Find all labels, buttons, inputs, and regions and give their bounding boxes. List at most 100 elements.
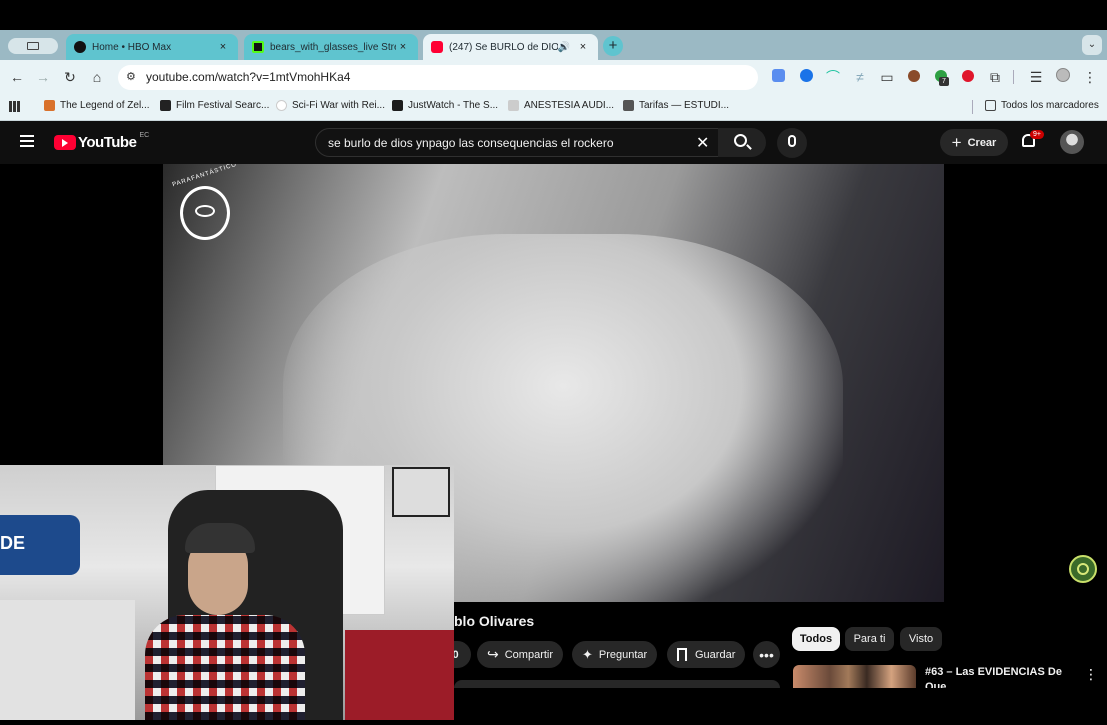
bookmark-item[interactable]: Sci-Fi War with Rei... xyxy=(276,100,385,111)
ask-button[interactable]: ✦ Preguntar xyxy=(572,641,658,668)
bookmark-item[interactable]: The Legend of Zel... xyxy=(44,100,150,111)
hamburger-menu-icon[interactable] xyxy=(20,135,34,147)
tab-strip: Home • HBO Max × bears_with_glasses_live… xyxy=(0,30,1107,60)
window-top-bar xyxy=(0,0,1107,30)
wall-artwork xyxy=(392,467,450,517)
address-bar[interactable]: ⚙ youtube.com/watch?v=1mtVmohHKa4 xyxy=(118,65,758,90)
plus-icon: + xyxy=(951,132,962,152)
close-tab-icon[interactable]: × xyxy=(396,41,410,53)
opera-extension-icon[interactable] xyxy=(959,68,977,86)
notification-badge: 9+ xyxy=(1030,130,1044,139)
close-tab-icon[interactable]: × xyxy=(216,41,230,53)
clear-search-icon[interactable]: ✕ xyxy=(696,133,709,153)
youtube-play-icon xyxy=(54,135,76,150)
share-button[interactable]: ↪ Compartir xyxy=(477,641,564,668)
tab-search-button[interactable]: ⌄ xyxy=(1082,35,1102,55)
reload-icon[interactable]: ↻ xyxy=(61,68,79,86)
chip-watched[interactable]: Visto xyxy=(900,627,942,651)
zelda-icon xyxy=(44,100,55,111)
more-horizontal-icon: ••• xyxy=(759,646,774,663)
home-icon[interactable]: ⌂ xyxy=(88,68,106,86)
create-button[interactable]: + Crear xyxy=(940,129,1008,156)
chevron-down-icon: ⌄ xyxy=(1087,39,1097,50)
sidebar-toggle-button[interactable] xyxy=(8,38,58,54)
brain-eye-icon xyxy=(180,186,230,240)
divider xyxy=(972,100,973,114)
extension-badge: 7 xyxy=(939,77,949,86)
sidebar-icon xyxy=(27,42,39,50)
anestesia-icon xyxy=(508,100,519,111)
cookie-extension-icon[interactable] xyxy=(905,68,923,86)
cube-icon xyxy=(623,100,634,111)
back-icon[interactable]: ← xyxy=(8,68,26,86)
justwatch-icon xyxy=(392,100,403,111)
sparkle-icon: ✦ xyxy=(582,646,593,662)
region-code: EC xyxy=(139,132,150,139)
create-label: Crear xyxy=(967,136,997,149)
site-info-icon[interactable]: ⚙ xyxy=(126,70,136,83)
microphone-arm: DE xyxy=(0,515,80,575)
kebab-menu-icon[interactable]: ⋮ xyxy=(1081,68,1099,86)
tab-hbo-max[interactable]: Home • HBO Max × xyxy=(66,34,238,60)
folder-icon xyxy=(985,100,996,111)
tab-title: (247) Se BURLÓ de DIOS xyxy=(449,41,558,53)
screen-extension-icon[interactable]: ▭ xyxy=(878,68,896,86)
search-input[interactable]: se burlo de dios ynpago las consequencia… xyxy=(328,136,614,150)
close-tab-icon[interactable]: × xyxy=(576,41,590,53)
red-blanket xyxy=(345,630,454,720)
filmfreeway-icon xyxy=(160,100,171,111)
shazam-extension-icon[interactable] xyxy=(797,68,815,86)
tab-youtube-video[interactable]: (247) Se BURLÓ de DIOS 🔊 × xyxy=(423,34,598,60)
save-button[interactable]: Guardar xyxy=(667,641,746,668)
channel-name[interactable]: blo Olivares xyxy=(454,613,534,629)
streamer-cap xyxy=(185,523,255,553)
forward-icon[interactable]: → xyxy=(34,68,52,86)
extension-icon[interactable]: ≠ xyxy=(851,68,869,86)
apps-grid-icon[interactable] xyxy=(9,101,20,112)
bookmarks-bar: The Legend of Zel... Film Festival Searc… xyxy=(0,94,1107,121)
all-bookmarks-folder[interactable]: Todos los marcadores xyxy=(985,100,1099,111)
puzzle-icon[interactable]: ⧉ xyxy=(986,68,1004,86)
chip-all[interactable]: Todos xyxy=(792,627,840,651)
recommendation-menu-icon[interactable]: ⋮ xyxy=(1084,666,1098,683)
green-extension-icon[interactable]: 7 xyxy=(932,68,950,86)
speaker-icon[interactable]: 🔊 xyxy=(558,42,570,53)
account-avatar[interactable] xyxy=(1060,130,1084,154)
extension-icon[interactable]: ⌒ xyxy=(824,68,842,86)
kick-favicon-icon xyxy=(252,41,264,53)
recommendation-thumbnail[interactable] xyxy=(793,665,916,690)
channel-watermark-logo: PARAFANTÁSTICO xyxy=(167,164,239,245)
voice-search-button[interactable] xyxy=(777,128,807,158)
bookmark-item[interactable]: JustWatch - The S... xyxy=(392,100,498,111)
plus-icon: + xyxy=(608,37,618,54)
plaid-shirt xyxy=(145,615,305,720)
youtube-favicon-icon xyxy=(431,41,443,53)
search-box[interactable]: se burlo de dios ynpago las consequencia… xyxy=(315,128,725,157)
bookmark-item[interactable]: Film Festival Searc... xyxy=(160,100,269,111)
tab-title: bears_with_glasses_live Stre xyxy=(270,41,396,53)
profile-avatar[interactable] xyxy=(1054,68,1072,86)
desk xyxy=(0,600,135,720)
microphone-icon xyxy=(788,135,796,147)
globe-icon xyxy=(276,100,287,111)
url-text[interactable]: youtube.com/watch?v=1mtVmohHKa4 xyxy=(146,70,350,84)
bookmark-item[interactable]: ANESTESIA AUDI... xyxy=(508,100,614,111)
share-arrow-icon: ↪ xyxy=(487,646,499,662)
bookmark-icon xyxy=(677,648,687,661)
chip-for-you[interactable]: Para ti xyxy=(845,627,894,651)
search-button[interactable] xyxy=(718,128,766,157)
new-tab-button[interactable]: + xyxy=(603,36,623,56)
divider xyxy=(1013,70,1014,84)
webcam-overlay: DE xyxy=(0,465,454,720)
bookmark-item[interactable]: Tarifas — ESTUDI... xyxy=(623,100,729,111)
more-actions-button[interactable]: ••• xyxy=(753,641,780,668)
media-controls-icon[interactable]: ☰ xyxy=(1027,68,1045,86)
tab-kick-stream[interactable]: bears_with_glasses_live Stre × xyxy=(244,34,418,60)
brain-eye-icon xyxy=(1077,563,1089,575)
floating-logo-button[interactable] xyxy=(1069,555,1097,583)
watermark-text: PARAFANTÁSTICO xyxy=(171,164,238,189)
translate-extension-icon[interactable] xyxy=(769,68,787,86)
notifications-button[interactable]: 9+ xyxy=(1020,130,1044,152)
bottom-mask xyxy=(454,688,1107,720)
youtube-logo[interactable]: YouTube EC xyxy=(54,132,150,151)
